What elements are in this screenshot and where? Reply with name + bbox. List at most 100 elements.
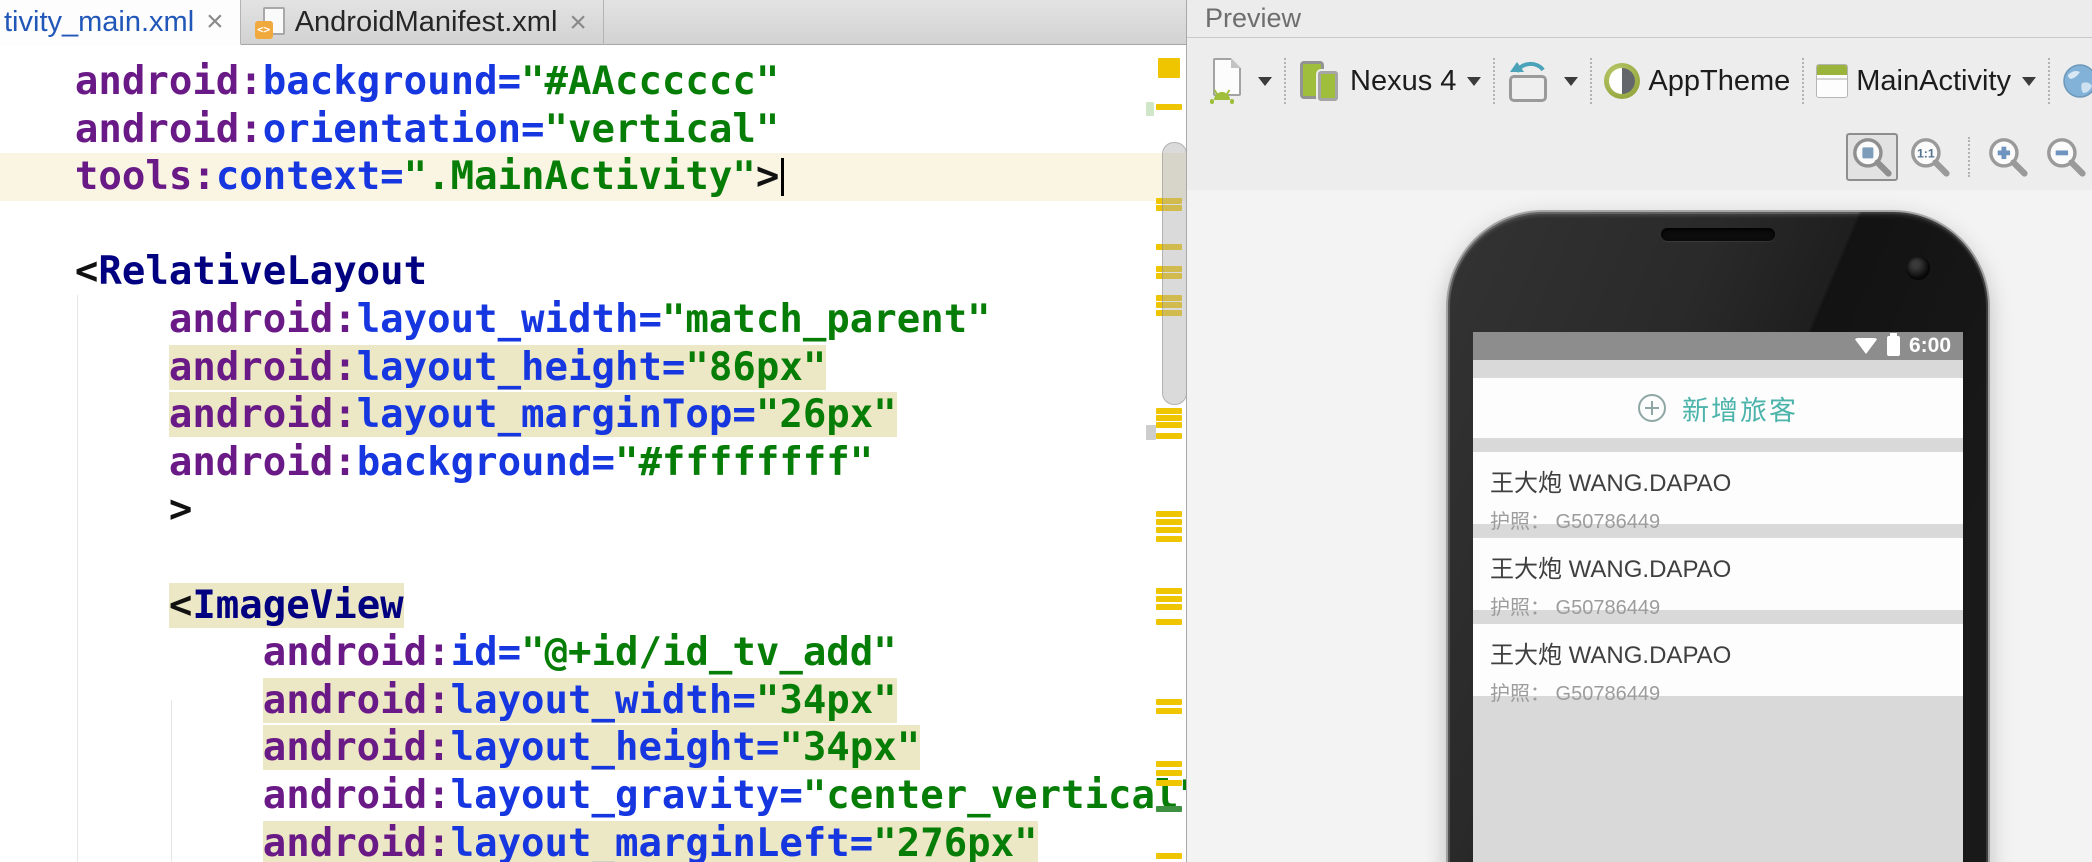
editor-pane: tivity_main.xml × <> AndroidManifest.xml…	[0, 0, 1187, 862]
screen-gap	[1473, 360, 1963, 378]
stripe-warning-mark	[1156, 604, 1182, 610]
code-line: android:layout_height="86px"	[168, 344, 827, 390]
stripe-warning-mark	[1156, 519, 1182, 525]
wifi-icon	[1853, 338, 1878, 354]
passenger-list: 王大炮 WANG.DAPAO 护照： G50786449 王大炮 WANG.DAPA…	[1473, 438, 1963, 705]
stripe-warning-mark	[1156, 806, 1182, 812]
code-line: android:id="@+id/id_tv_add"	[262, 630, 897, 676]
zoom-actual-size-icon: 1:1	[1911, 138, 1950, 177]
tab-android-manifest-xml[interactable]: <> AndroidManifest.xml ×	[241, 0, 604, 45]
text-cursor	[781, 158, 785, 197]
stripe-warning-mark	[1156, 761, 1182, 767]
locale-selector[interactable]	[2050, 63, 2092, 99]
stripe-warning-mark	[1156, 433, 1182, 439]
chevron-down-icon	[2021, 76, 2036, 86]
code-line: android:layout_gravity="center_vertical"	[262, 772, 1186, 818]
device-icon	[1298, 59, 1342, 103]
chevron-down-icon	[1258, 76, 1272, 86]
editor-tab-bar: tivity_main.xml × <> AndroidManifest.xml…	[0, 0, 1186, 45]
zoom-in-button[interactable]	[1982, 133, 2034, 181]
passenger-row: 王大炮 WANG.DAPAO 护照： G50786449	[1473, 624, 1963, 705]
stripe-warning-mark	[1156, 780, 1182, 786]
stripe-warning-mark	[1156, 422, 1182, 428]
stripe-warning-mark	[1158, 58, 1180, 78]
activity-selector[interactable]: MainActivity	[1804, 64, 2048, 98]
render-config-button[interactable]	[1197, 58, 1284, 104]
code-line: android:background="#AAcccccc"	[74, 59, 780, 104]
zoom-out-icon	[2047, 138, 2086, 177]
code-line: >	[168, 487, 193, 533]
passenger-name: 王大炮 WANG.DAPAO	[1490, 642, 1732, 669]
zoom-to-fit-button[interactable]	[1846, 133, 1898, 181]
code-line: android:layout_width="34px"	[262, 677, 897, 723]
svg-text:1:1: 1:1	[1917, 147, 1935, 161]
preview-panel: Preview Nexus 4 AppTheme MainActivity 1:…	[1187, 0, 2092, 862]
xml-file-icon: <>	[254, 6, 285, 39]
tab-activity-main-xml[interactable]: tivity_main.xml ×	[0, 0, 241, 45]
tab-label: tivity_main.xml	[4, 5, 195, 38]
code-line: android:layout_marginLeft="276px"	[0, 820, 1186, 862]
code-line: android:background="#ffffffff"	[168, 439, 874, 485]
plus-circle-icon	[1638, 394, 1666, 422]
stripe-warning-mark	[1156, 415, 1182, 421]
preview-title: Preview	[1205, 3, 1302, 33]
toolbar-separator	[1968, 137, 1970, 177]
code-editor[interactable]: android:background="#AAcccccc" android:o…	[0, 45, 1186, 862]
android-studio-window: tivity_main.xml × <> AndroidManifest.xml…	[0, 0, 2092, 862]
close-icon[interactable]: ×	[204, 7, 226, 37]
passenger-name: 王大炮 WANG.DAPAO	[1490, 470, 1732, 497]
passenger-row: 王大炮 WANG.DAPAO 护照： G50786449	[1473, 538, 1963, 619]
stripe-warning-mark	[1156, 511, 1182, 517]
zoom-in-icon	[1989, 138, 2028, 177]
activity-name: MainActivity	[1856, 64, 2011, 97]
globe-icon	[2063, 64, 2092, 98]
preview-toolbar: Nexus 4 AppTheme MainActivity	[1187, 38, 2092, 124]
stripe-warning-mark	[1156, 536, 1182, 542]
device-selector[interactable]: Nexus 4	[1286, 59, 1493, 103]
tab-label: AndroidManifest.xml	[294, 6, 558, 38]
stripe-warning-mark	[1156, 619, 1182, 625]
stripe-warning-mark	[1156, 527, 1182, 533]
editor-scrollbar-thumb[interactable]	[1162, 142, 1187, 405]
stripe-warning-mark	[1156, 408, 1182, 414]
stripe-warning-mark	[1156, 596, 1182, 602]
zoom-out-button[interactable]	[2040, 133, 2092, 181]
add-passenger-button: 新增旅客	[1473, 378, 1963, 438]
stripe-warning-mark	[1146, 102, 1154, 116]
rotate-device-icon	[1507, 58, 1553, 104]
zoom-actual-size-button[interactable]: 1:1	[1904, 133, 1956, 181]
nexus4-device-frame: 6:00 新增旅客 王大炮 WANG.DAPAO 护照： G50786449 王大炮…	[1448, 212, 1988, 862]
device-name: Nexus 4	[1350, 64, 1457, 97]
code-line: android:layout_width="match_parent"	[168, 296, 991, 342]
passenger-row: 王大炮 WANG.DAPAO 护照： G50786449	[1473, 452, 1963, 533]
theme-name: AppTheme	[1648, 64, 1791, 97]
list-divider	[1473, 438, 1963, 452]
orientation-selector[interactable]	[1495, 58, 1590, 104]
pane-divider[interactable]	[1186, 0, 1187, 862]
stripe-warning-mark	[1156, 104, 1182, 110]
code-line: android:layout_marginTop="26px"	[168, 392, 897, 438]
passenger-name: 王大炮 WANG.DAPAO	[1490, 556, 1732, 583]
indent-guide	[77, 295, 78, 862]
indent-guide	[171, 700, 172, 862]
stripe-warning-mark	[1156, 853, 1182, 859]
theme-selector[interactable]: AppTheme	[1592, 63, 1802, 99]
passenger-passport: 护照： G50786449	[1490, 683, 1661, 705]
chevron-down-icon	[1467, 76, 1482, 86]
close-icon[interactable]: ×	[567, 7, 589, 38]
stripe-warning-mark	[1146, 425, 1156, 440]
status-bar: 6:00	[1473, 332, 1963, 360]
zoom-fit-icon	[1853, 138, 1892, 177]
activity-icon	[1816, 64, 1849, 98]
preview-canvas: 6:00 新增旅客 王大炮 WANG.DAPAO 护照： G50786449 王大炮…	[1187, 190, 2092, 862]
stripe-warning-mark	[1156, 708, 1182, 714]
stripe-warning-mark	[1156, 588, 1182, 594]
phone-speaker	[1661, 228, 1775, 241]
code-line: <ImageView	[168, 582, 404, 628]
code-line: android:layout_height="34px"	[262, 725, 921, 771]
phone-screen: 6:00 新增旅客 王大炮 WANG.DAPAO 护照： G50786449 王大炮…	[1473, 332, 1963, 862]
preview-zoom-toolbar: 1:1	[1846, 124, 2092, 190]
code-line: <RelativeLayout	[74, 249, 428, 295]
